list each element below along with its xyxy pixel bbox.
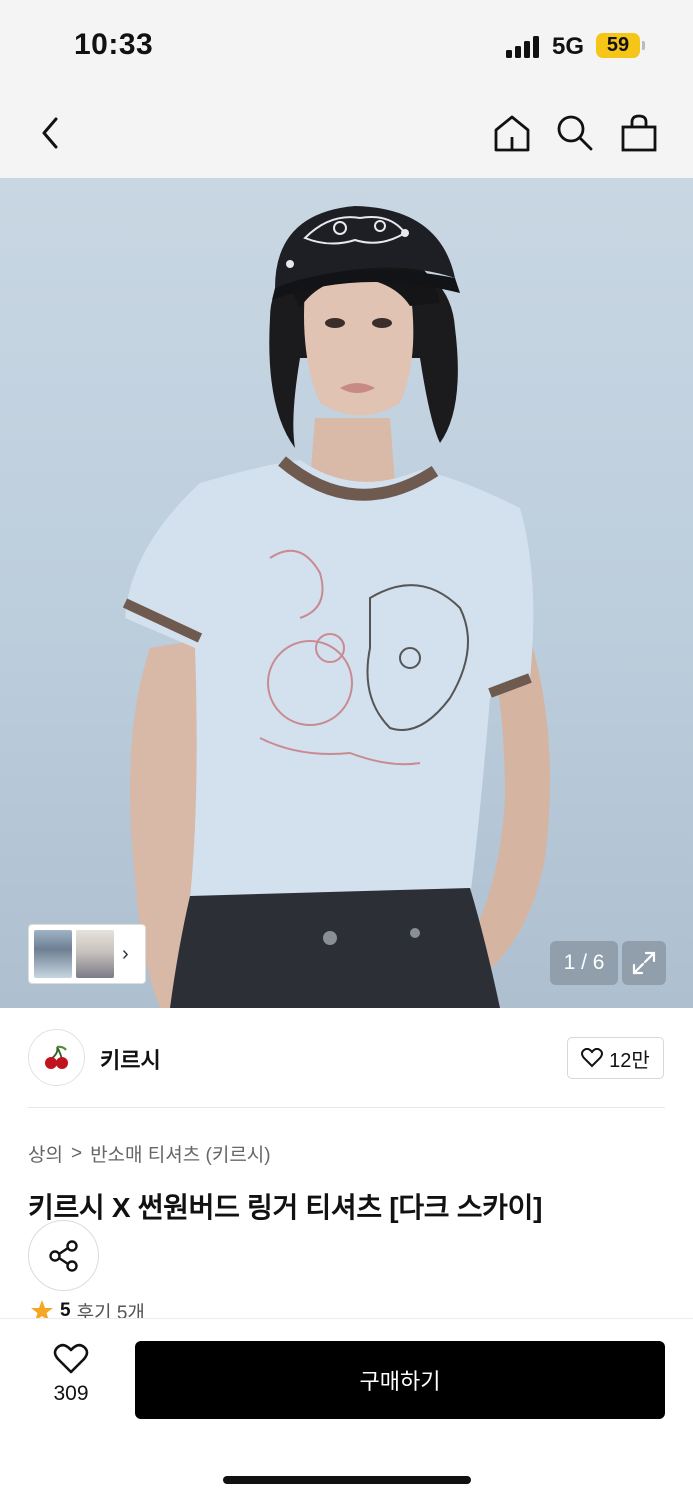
breadcrumb-category[interactable]: 상의 xyxy=(28,1140,63,1167)
shopping-bag-icon xyxy=(621,114,657,152)
thumbnail-strip[interactable]: › xyxy=(28,924,146,984)
home-indicator xyxy=(223,1476,471,1484)
back-button[interactable] xyxy=(26,108,76,158)
battery-tip xyxy=(642,41,645,50)
wishlist-count: 309 xyxy=(53,1382,89,1405)
home-button[interactable] xyxy=(487,108,537,158)
breadcrumb: 상의 > 반소매 티셔츠 (키르시) xyxy=(28,1140,271,1167)
breadcrumb-separator: > xyxy=(70,1142,83,1164)
heart-icon xyxy=(581,1048,604,1068)
brand-like-count: 12만 xyxy=(609,1049,650,1072)
product-title: 키르시 X 썬원버드 링거 티셔츠 [다크 스카이] xyxy=(28,1192,543,1223)
status-bar: 10:33 5G 59 xyxy=(0,0,693,90)
brand-name[interactable]: 키르시 xyxy=(100,1043,161,1075)
signal-icon xyxy=(506,36,542,58)
battery-icon: 59 xyxy=(596,33,640,58)
brand-row: 키르시 12만 xyxy=(0,1008,693,1108)
app-header xyxy=(0,90,693,178)
heart-icon xyxy=(53,1343,89,1374)
product-photo xyxy=(122,206,550,1008)
cart-button[interactable] xyxy=(614,108,664,158)
divider xyxy=(28,1107,665,1108)
brand-like-button[interactable]: 12만 xyxy=(567,1037,664,1079)
brand-logo[interactable] xyxy=(28,1029,85,1086)
thumbnail-1[interactable] xyxy=(34,930,72,978)
thumbnail-2[interactable] xyxy=(76,930,114,978)
wishlist-button[interactable]: 309 xyxy=(40,1343,102,1406)
chevron-left-icon xyxy=(42,117,58,149)
chevron-right-icon: › xyxy=(122,942,129,965)
share-button[interactable] xyxy=(28,1220,99,1291)
search-icon xyxy=(557,115,593,151)
expand-button[interactable] xyxy=(622,941,666,985)
image-counter: 1 / 6 xyxy=(550,941,618,985)
bottom-action-bar: 309 구매하기 xyxy=(0,1318,693,1500)
breadcrumb-subcategory[interactable]: 반소매 티셔츠 (키르시) xyxy=(90,1140,271,1167)
network-label: 5G xyxy=(552,33,585,60)
cherry-icon xyxy=(44,1045,68,1069)
expand-icon xyxy=(632,951,656,975)
product-image[interactable]: › 1 / 6 xyxy=(0,178,693,1008)
home-icon xyxy=(494,115,530,152)
buy-button[interactable]: 구매하기 xyxy=(135,1341,665,1419)
search-button[interactable] xyxy=(550,108,600,158)
product-page: 10:33 5G 59 › 1 / 6 키르시 12만 상의 > 반소매 티셔츠… xyxy=(0,0,693,1500)
status-time: 10:33 xyxy=(74,28,154,61)
share-icon xyxy=(48,1239,78,1272)
